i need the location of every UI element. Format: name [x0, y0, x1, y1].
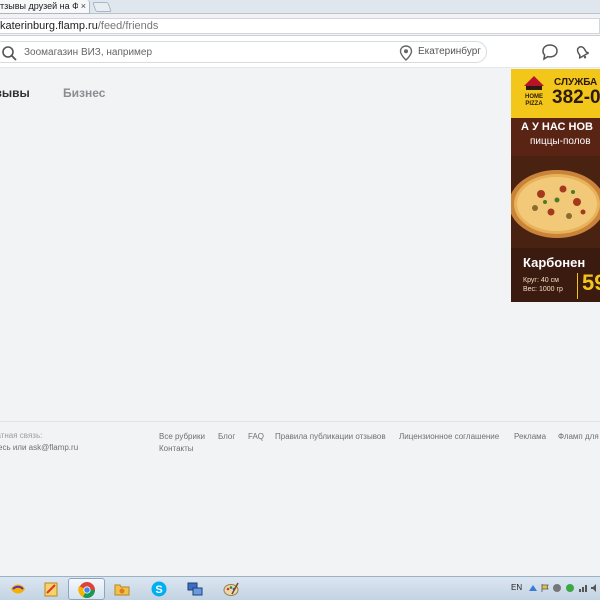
- chrome-icon: [78, 582, 95, 598]
- chat-icon[interactable]: [541, 43, 559, 61]
- feedback-label: ратная связь:: [0, 431, 43, 440]
- skype-icon: S: [151, 581, 167, 597]
- ad-product-weight: Вес: 1000 гр: [523, 286, 563, 293]
- tray-flag-icon[interactable]: [540, 583, 550, 593]
- site-footer: ратная связь: есь или ask@flamp.ru Все р…: [0, 421, 600, 576]
- address-bar: katerinburg.flamp.ru/feed/friends: [0, 14, 600, 36]
- folder-icon: [114, 584, 130, 596]
- tray-language[interactable]: EN: [511, 583, 522, 592]
- location-pin-icon[interactable]: [399, 45, 413, 61]
- url-field[interactable]: katerinburg.flamp.ru/feed/friends: [0, 18, 600, 34]
- footer-link-license[interactable]: Лицензионное соглашение: [399, 432, 499, 441]
- tray-volume-icon[interactable]: [590, 583, 600, 593]
- home-pizza-logo: HOME PIZZA: [524, 76, 544, 107]
- search-icon[interactable]: [1, 45, 17, 61]
- svg-text:PIZZA: PIZZA: [525, 101, 543, 107]
- taskbar-item-folder[interactable]: [104, 578, 141, 600]
- pizza-image: [511, 156, 600, 248]
- footer-link-blog[interactable]: Блог: [218, 432, 235, 441]
- url-path: /feed/friends: [97, 20, 159, 32]
- ad-divider: [577, 273, 578, 299]
- taskbar-item-chrome[interactable]: [68, 578, 105, 600]
- tab-business[interactable]: Бизнес: [63, 86, 105, 100]
- browser-tab[interactable]: тзывы друзей на Флам ×: [0, 0, 90, 14]
- network-app-icon: [187, 582, 203, 596]
- taskbar-item-launcher[interactable]: [0, 578, 37, 600]
- footer-link-contacts[interactable]: Контакты: [159, 444, 194, 453]
- footer-link-advertising[interactable]: Реклама: [514, 432, 546, 441]
- tray-app-icon[interactable]: [552, 583, 562, 593]
- new-tab-button[interactable]: [92, 2, 112, 12]
- taskbar-item-notes[interactable]: [33, 578, 70, 600]
- tab-reviews[interactable]: тзывы: [0, 86, 30, 100]
- ad-subline: пиццы-полов: [530, 136, 591, 147]
- browser-tab-title: тзывы друзей на Флам: [0, 1, 78, 11]
- taskbar-item-paint[interactable]: [213, 578, 250, 600]
- tray-network-icon[interactable]: [578, 583, 588, 593]
- bell-icon[interactable]: [573, 43, 591, 61]
- svg-text:HOME: HOME: [525, 94, 543, 100]
- ad-product-size: Круг: 40 см: [523, 277, 559, 284]
- ad-price: 59: [582, 270, 600, 295]
- taskbar-item-skype[interactable]: S: [141, 578, 178, 600]
- svg-text:S: S: [155, 584, 162, 596]
- feedback-contact[interactable]: есь или ask@flamp.ru: [0, 443, 78, 452]
- tray-security-icon[interactable]: [565, 583, 575, 593]
- launcher-app-icon: [11, 584, 25, 594]
- close-icon[interactable]: ×: [81, 0, 86, 12]
- footer-link-all-categories[interactable]: Все рубрики: [159, 432, 205, 441]
- ad-phone: 382-0: [552, 87, 600, 108]
- site-header: Екатеринбург: [0, 36, 600, 68]
- notes-app-icon: [44, 582, 58, 597]
- search-box[interactable]: Екатеринбург: [0, 41, 487, 63]
- ad-banner[interactable]: HOME PIZZA СЛУЖБА ДО 382-0 А У НАС НОВ п…: [511, 69, 600, 302]
- taskbar-item-network[interactable]: [177, 578, 214, 600]
- search-input[interactable]: [24, 44, 364, 61]
- tray-keyboard-icon[interactable]: [528, 583, 538, 593]
- footer-link-review-rules[interactable]: Правила публикации отзывов: [275, 432, 386, 441]
- browser-tab-strip: тзывы друзей на Флам ×: [0, 0, 600, 14]
- footer-link-flamp-for[interactable]: Фламп для: [558, 432, 599, 441]
- footer-link-faq[interactable]: FAQ: [248, 432, 264, 441]
- paint-app-icon: [223, 582, 239, 596]
- ad-headline: А У НАС НОВ: [521, 121, 593, 133]
- url-host: katerinburg.flamp.ru: [0, 20, 98, 32]
- city-selector[interactable]: Екатеринбург: [418, 46, 481, 57]
- taskbar: S EN: [0, 576, 600, 600]
- ad-product-name: Карбонен: [523, 255, 586, 270]
